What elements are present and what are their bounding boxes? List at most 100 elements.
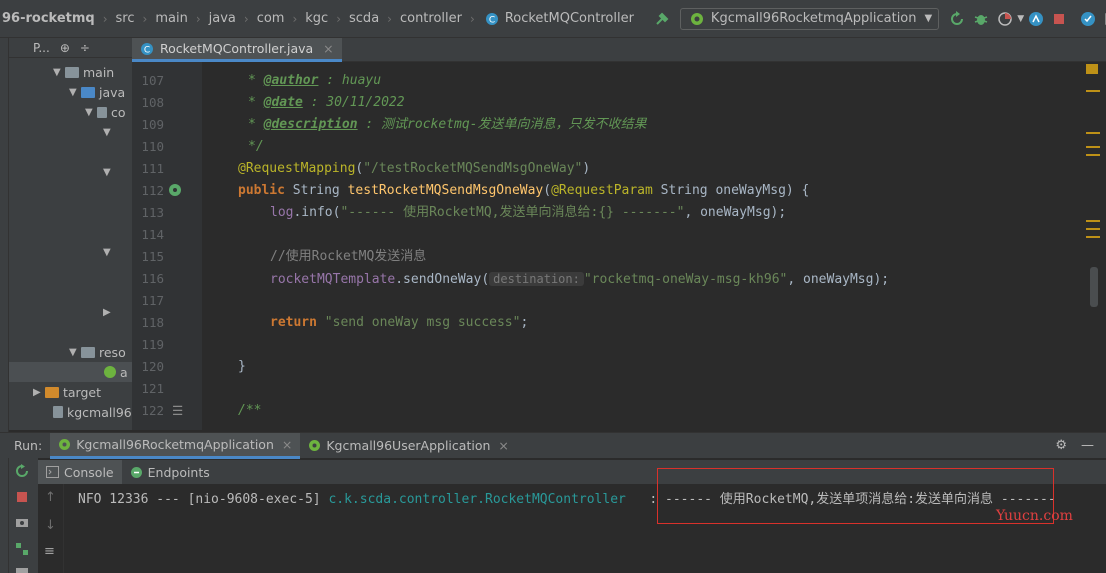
code-editor[interactable]: * @author : huayu * @date : 30/11/2022 *…: [202, 62, 1082, 430]
line-number: 120: [141, 359, 164, 374]
close-icon[interactable]: ×: [323, 41, 333, 56]
gear-icon[interactable]: ⚙: [1055, 438, 1067, 453]
tree-arrow[interactable]: ▼: [103, 242, 115, 262]
chevron-down-icon[interactable]: ▼: [1017, 14, 1024, 24]
collapse-icon[interactable]: ÷: [80, 41, 90, 55]
locate-icon[interactable]: ⊕: [60, 41, 70, 55]
class-icon: C: [485, 9, 499, 29]
close-icon[interactable]: ×: [282, 437, 292, 452]
line-number: 107: [141, 73, 164, 88]
spring-boot-icon: [58, 438, 71, 451]
tree-arrow[interactable]: ▼: [103, 162, 115, 182]
line-number: 117: [141, 293, 164, 308]
project-title[interactable]: P...: [33, 41, 50, 55]
breadcrumb-com[interactable]: com: [255, 11, 287, 26]
tree-arrow[interactable]: ▶: [103, 302, 115, 322]
line-number: 115: [141, 249, 164, 264]
tree-item-target[interactable]: ▶ target: [33, 382, 101, 402]
public-keyword: public: [238, 183, 285, 198]
tree-item-package[interactable]: ▼ co: [85, 102, 126, 122]
spring-boot-icon: [308, 439, 321, 452]
return-keyword: return: [270, 315, 317, 330]
doc-render-icon[interactable]: ☰: [172, 403, 183, 418]
spring-file-icon: [104, 366, 116, 378]
chevron-down-icon: ▼: [924, 13, 933, 24]
javadoc-start: /**: [238, 403, 262, 418]
rerun-icon[interactable]: [949, 9, 965, 29]
warning-marker[interactable]: [1086, 236, 1100, 238]
profiler-icon[interactable]: [1028, 9, 1044, 29]
warning-marker[interactable]: [1086, 228, 1100, 230]
tree-item-java[interactable]: ▼ java: [69, 82, 125, 102]
javadoc-author-value: : huayu: [318, 73, 382, 88]
warning-marker[interactable]: [1086, 220, 1100, 222]
tree-item-main[interactable]: ▼ main: [53, 62, 114, 82]
line-number: 108: [141, 95, 164, 110]
update-icon[interactable]: [1080, 9, 1096, 29]
warning-marker[interactable]: [1086, 132, 1100, 134]
breadcrumb-src[interactable]: src: [114, 11, 137, 26]
tab-endpoints[interactable]: Endpoints: [122, 460, 218, 484]
warning-indicator-icon[interactable]: [1086, 64, 1098, 74]
svg-text:C: C: [489, 15, 495, 25]
breadcrumb-scda[interactable]: scda: [347, 11, 381, 26]
line-number: 113: [141, 205, 164, 220]
coverage-icon[interactable]: [997, 9, 1013, 29]
breadcrumb-java[interactable]: java: [207, 11, 238, 26]
breadcrumb-project[interactable]: 96-rocketmq: [0, 11, 97, 26]
warning-marker[interactable]: [1086, 154, 1100, 156]
endpoints-icon: [130, 466, 143, 479]
javadoc-date-value: : 30/11/2022: [302, 95, 405, 110]
tree-item-resources[interactable]: ▼ reso: [69, 342, 126, 362]
soft-wrap-icon[interactable]: ≡: [44, 544, 55, 559]
camera-icon[interactable]: [15, 516, 29, 532]
watermark: Yuucn.com: [996, 508, 1073, 524]
warning-marker[interactable]: [1086, 146, 1100, 148]
tree-item-app-file[interactable]: a: [9, 362, 132, 382]
arrow-down-icon[interactable]: ↓: [45, 518, 56, 533]
build-hammer-icon[interactable]: [654, 9, 670, 29]
debug-bug-icon[interactable]: [973, 9, 989, 29]
tab-console[interactable]: Console: [38, 460, 122, 484]
hierarchy-icon[interactable]: [15, 542, 29, 560]
run-tab-rocketmq[interactable]: Kgcmall96RocketmqApplication ×: [50, 432, 301, 459]
line-comment: //使用RocketMQ发送消息: [270, 249, 427, 264]
editor-gutter: 107 108 109 110 111 112 113 114 115 116 …: [132, 62, 202, 430]
log-prefix: NFO 12336 --- [nio-9608-exec-5]: [78, 492, 329, 507]
breadcrumb-controller[interactable]: controller: [398, 11, 464, 26]
stop-icon[interactable]: [16, 491, 28, 507]
minimize-icon[interactable]: —: [1081, 438, 1094, 453]
scrollbar-thumb[interactable]: [1090, 267, 1098, 307]
close-icon[interactable]: ×: [498, 438, 508, 453]
request-param-annotation: @RequestParam: [551, 183, 653, 198]
editor-tab-bar: C RocketMQController.java ×: [132, 38, 1106, 62]
exit-icon[interactable]: [15, 564, 29, 573]
breadcrumb-kgc[interactable]: kgc: [303, 11, 330, 26]
return-string: "send oneWay msg success": [324, 315, 521, 330]
stop-icon[interactable]: [1052, 9, 1066, 29]
tab-rocketmq-controller[interactable]: C RocketMQController.java ×: [132, 38, 342, 62]
error-stripe[interactable]: [1082, 62, 1106, 430]
rerun-icon[interactable]: [15, 464, 29, 482]
javadoc-end: */: [248, 139, 264, 154]
run-config-selector[interactable]: Kgcmall96RocketmqApplication ▼: [679, 7, 940, 30]
run-tab-user[interactable]: Kgcmall96UserApplication ×: [300, 433, 517, 459]
svg-text:C: C: [144, 45, 150, 55]
request-mapping-annotation: @RequestMapping: [238, 161, 356, 176]
navigation-bar: 96-rocketmq › src › main › java › com › kgc › …: [0, 0, 1106, 38]
destination-string: "rocketmq-oneWay-msg-kh96": [583, 272, 788, 287]
spring-endpoint-gutter-icon[interactable]: [168, 183, 182, 200]
breadcrumb-main[interactable]: main: [153, 11, 189, 26]
run-tool-window-header: Run: Kgcmall96RocketmqApplication × Kgcm…: [0, 432, 1106, 459]
arrow-up-icon[interactable]: ↑: [45, 490, 56, 505]
line-number: 109: [141, 117, 164, 132]
line-number: 111: [141, 161, 164, 176]
tree-arrow[interactable]: ▼: [103, 122, 115, 142]
tab-label: RocketMQController.java: [160, 41, 314, 56]
left-tool-strip: [0, 38, 9, 573]
breadcrumb-class[interactable]: RocketMQController: [503, 11, 636, 26]
line-number: 118: [141, 315, 164, 330]
tree-item-iml[interactable]: kgcmall96-: [53, 402, 132, 422]
warning-marker[interactable]: [1086, 90, 1100, 92]
run-config-label: Kgcmall96RocketmqApplication: [710, 11, 917, 26]
